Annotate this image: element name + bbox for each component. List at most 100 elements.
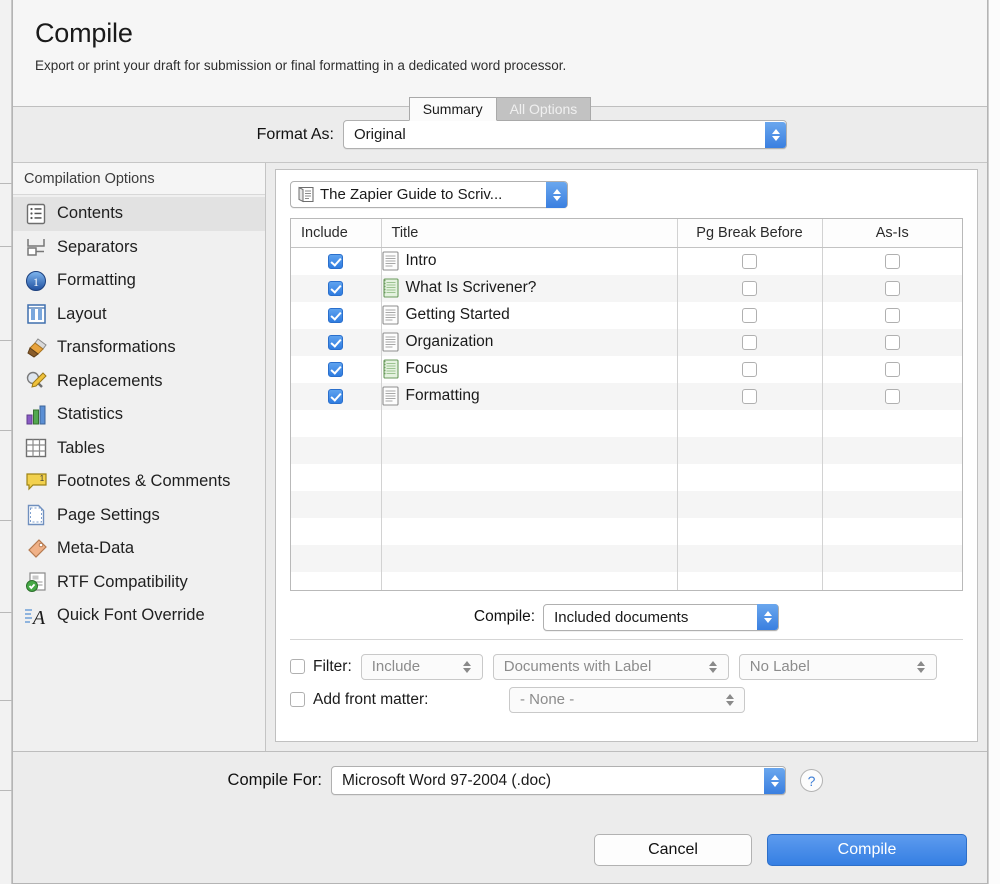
cancel-button[interactable]: Cancel [594,834,752,866]
table-row-empty[interactable] [291,571,962,590]
front-matter-checkbox[interactable] [290,692,305,707]
cell-include[interactable] [291,355,382,383]
cell-as-is[interactable] [822,356,962,383]
stepper-icon[interactable] [457,654,478,680]
cell-title[interactable]: Focus [381,355,678,383]
cell-as-is[interactable] [822,382,962,410]
cell-include[interactable] [291,382,382,410]
front-matter-select[interactable]: - None - [509,686,745,713]
pg-break-checkbox[interactable] [742,361,757,377]
cell-title[interactable]: Formatting [381,382,678,410]
cell-pg-break-before[interactable] [677,328,823,356]
filter-checkbox[interactable] [290,659,305,674]
table-row[interactable]: Intro [291,247,962,275]
column-header-include[interactable]: Include [291,219,382,248]
table-row[interactable]: Formatting [291,382,962,410]
sidebar-item-statistics[interactable]: Statistics [13,398,265,432]
filter-label-select[interactable]: No Label [738,653,937,680]
filter-mode-select[interactable]: Include [360,653,483,680]
include-checkbox[interactable] [328,253,344,269]
sidebar-item-quick-font-override[interactable]: A Quick Font Override [13,599,265,633]
pg-break-checkbox[interactable] [742,334,757,350]
as-is-checkbox[interactable] [884,361,900,377]
sidebar-item-layout[interactable]: Layout [13,298,265,332]
stepper-icon[interactable] [546,181,567,208]
cell-pg-break-before[interactable] [677,355,823,383]
sidebar-item-formatting[interactable]: 1 Formatting [13,264,265,298]
cell-pg-break-before[interactable] [677,247,823,275]
format-as-select[interactable]: Original [343,120,787,149]
document-title: Intro [405,252,437,269]
stepper-icon[interactable] [757,604,779,630]
sidebar-item-meta-data[interactable]: Meta-Data [13,532,265,566]
sidebar-item-label: Replacements [57,371,163,390]
column-header-title[interactable]: Title [381,219,678,248]
table-row-empty[interactable] [291,544,962,572]
table-row-empty[interactable] [291,490,962,518]
cell-include[interactable] [291,328,382,356]
cell-as-is[interactable] [822,302,962,329]
as-is-checkbox[interactable] [884,307,900,323]
help-button[interactable]: ? [800,769,823,792]
include-checkbox[interactable] [328,388,344,404]
cell-title[interactable]: Organization [381,328,678,356]
include-checkbox[interactable] [328,307,344,323]
cell-pg-break-before[interactable] [677,382,823,410]
include-checkbox[interactable] [328,280,344,296]
pg-break-checkbox[interactable] [742,388,757,404]
sidebar-item-replacements[interactable]: Replacements [13,365,265,399]
table-row[interactable]: Getting Started [291,301,962,329]
table-row[interactable]: What Is Scrivener? [291,274,962,302]
stepper-icon[interactable] [911,654,932,680]
column-header-as-is[interactable]: As-Is [822,219,962,248]
sidebar-item-transformations[interactable]: Transformations [13,331,265,365]
cell-include[interactable] [291,247,382,275]
as-is-checkbox[interactable] [884,253,900,269]
pg-break-checkbox[interactable] [742,253,757,269]
sidebar-item-rtf-compatibility[interactable]: RTF Compatibility [13,566,265,600]
document-title: Getting Started [405,306,510,323]
document-selector[interactable]: The Zapier Guide to Scriv... [290,181,568,208]
pg-break-checkbox[interactable] [742,280,757,296]
table-row-empty[interactable] [291,436,962,464]
column-header-pg-break-before[interactable]: Pg Break Before [677,219,823,248]
sidebar-item-page-settings[interactable]: Page Settings [13,499,265,533]
table-row-empty[interactable] [291,463,962,491]
cell-pg-break-before[interactable] [677,301,823,329]
as-is-checkbox[interactable] [884,334,900,350]
include-checkbox[interactable] [328,334,344,350]
stepper-icon[interactable] [719,687,740,713]
table-row[interactable]: Organization [291,328,962,356]
as-is-checkbox[interactable] [884,280,900,296]
stepper-icon[interactable] [765,121,786,148]
stepper-icon[interactable] [703,654,724,680]
filter-criterion-select[interactable]: Documents with Label [492,653,729,680]
tab-all-options[interactable]: All Options [496,97,592,121]
cell-include[interactable] [291,301,382,329]
sidebar-item-footnotes-comments[interactable]: 1 Footnotes & Comments [13,465,265,499]
sidebar-item-tables[interactable]: Tables [13,432,265,466]
table-row-empty[interactable] [291,517,962,545]
cell-title[interactable]: Getting Started [381,301,678,329]
cell-include[interactable] [291,274,382,302]
pg-break-checkbox[interactable] [742,307,757,323]
compile-for-select[interactable]: Microsoft Word 97-2004 (.doc) [331,766,786,795]
cell-as-is[interactable] [822,328,962,356]
cell-pg-break-before[interactable] [677,274,823,302]
cell-title[interactable]: What Is Scrivener? [381,274,678,302]
cell-title[interactable]: Intro [381,247,678,275]
table-row[interactable]: Focus [291,355,962,383]
compile-scope-select[interactable]: Included documents [543,603,780,631]
table-row-empty[interactable] [291,409,962,437]
as-is-checkbox[interactable] [884,388,900,404]
contents-table[interactable]: Include Title Pg Break Before As-Is Intr… [290,218,963,591]
include-checkbox[interactable] [328,361,344,377]
cell-as-is[interactable] [822,247,962,275]
sidebar-item-separators[interactable]: Separators [13,231,265,265]
compile-button[interactable]: Compile [767,834,967,866]
tab-summary[interactable]: Summary [408,97,497,121]
sidebar-item-contents[interactable]: Contents [13,197,265,231]
table-body: Intro What Is Scrivener? Getting Started Or… [291,247,962,590]
stepper-icon[interactable] [764,767,785,794]
cell-as-is[interactable] [822,274,962,302]
